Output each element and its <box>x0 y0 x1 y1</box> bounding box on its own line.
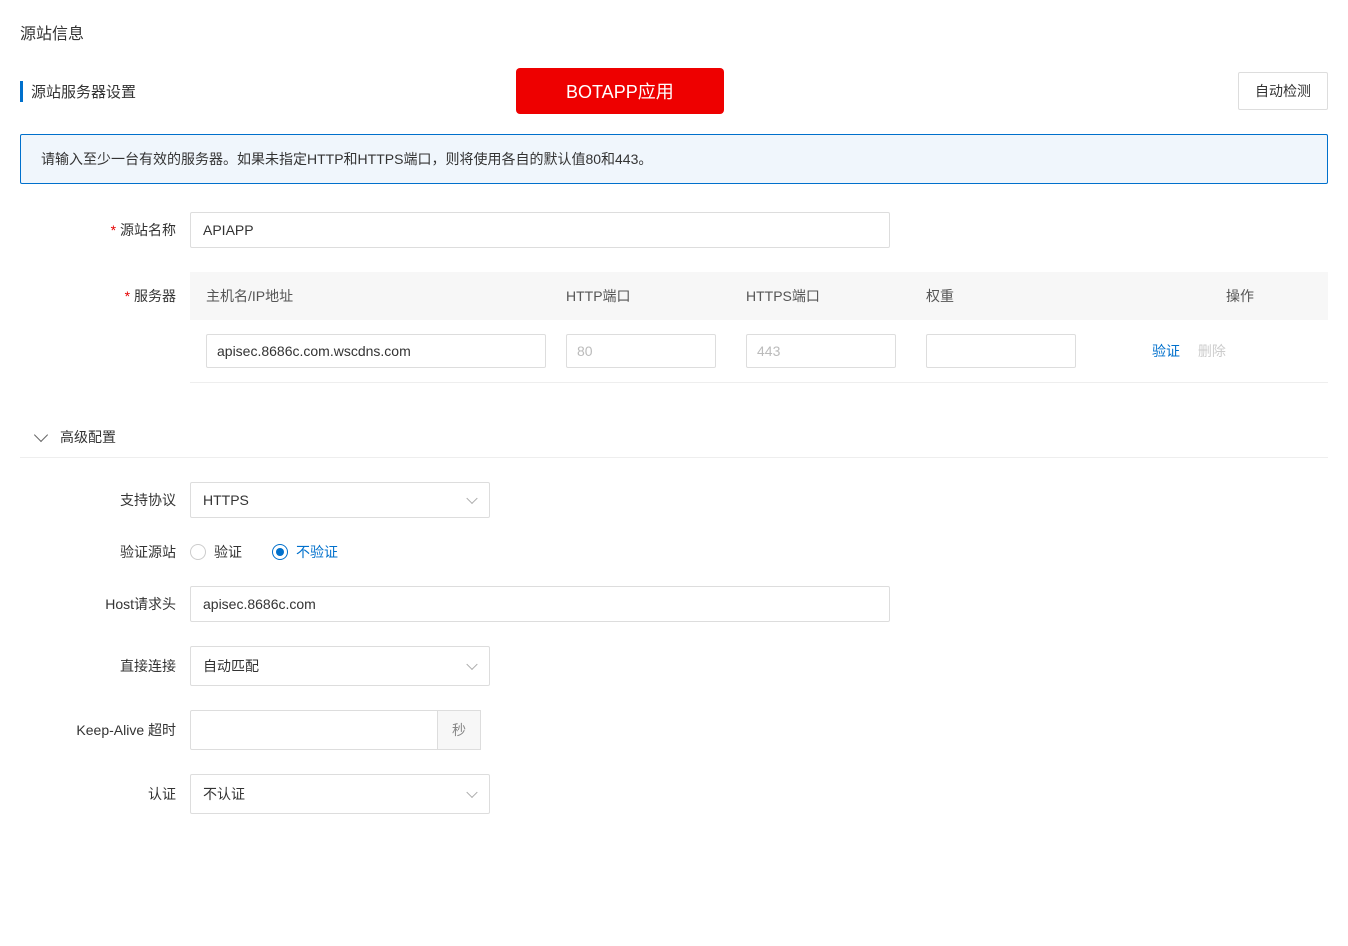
servers-label: 服务器 <box>20 272 190 306</box>
direct-connect-row: 直接连接 自动匹配 <box>20 646 1328 686</box>
servers-table-header: 主机名/IP地址 HTTP端口 HTTPS端口 权重 操作 <box>190 272 1328 320</box>
page-title: 源站信息 <box>20 20 1328 44</box>
advanced-toggle[interactable]: 高级配置 <box>20 407 1328 458</box>
delete-link: 删除 <box>1198 343 1226 359</box>
auto-detect-button[interactable]: 自动检测 <box>1238 72 1328 110</box>
auth-select[interactable]: 不认证 <box>190 774 490 814</box>
protocol-value: HTTPS <box>190 482 490 518</box>
verify-yes-label: 验证 <box>214 542 242 562</box>
direct-connect-value: 自动匹配 <box>190 646 490 686</box>
servers-row: 服务器 主机名/IP地址 HTTP端口 HTTPS端口 权重 操作 验证 <box>20 272 1328 383</box>
protocol-row: 支持协议 HTTPS <box>20 482 1328 518</box>
keepalive-input[interactable] <box>190 710 438 750</box>
info-banner: 请输入至少一台有效的服务器。如果未指定HTTP和HTTPS端口，则将使用各自的默… <box>20 134 1328 184</box>
host-header-row: Host请求头 <box>20 586 1328 622</box>
http-port-input[interactable] <box>566 334 716 368</box>
verify-origin-label: 验证源站 <box>20 542 190 562</box>
host-header-label: Host请求头 <box>20 594 190 614</box>
section-left: 源站服务器设置 BOTAPP应用 <box>20 68 724 114</box>
botapp-badge[interactable]: BOTAPP应用 <box>516 68 724 114</box>
host-header-input[interactable] <box>190 586 890 622</box>
keepalive-unit: 秒 <box>438 710 481 750</box>
chevron-down-icon <box>34 428 48 442</box>
weight-input[interactable] <box>926 334 1076 368</box>
origin-name-row: 源站名称 <box>20 212 1328 248</box>
servers-block: 主机名/IP地址 HTTP端口 HTTPS端口 权重 操作 验证 删除 <box>190 272 1328 383</box>
auth-label: 认证 <box>20 784 190 804</box>
auth-row: 认证 不认证 <box>20 774 1328 814</box>
verify-no-radio[interactable]: 不验证 <box>272 542 338 562</box>
advanced-title: 高级配置 <box>60 427 116 447</box>
section-title: 源站服务器设置 <box>20 81 136 102</box>
verify-link[interactable]: 验证 <box>1152 343 1180 359</box>
keepalive-label: Keep-Alive 超时 <box>20 720 190 740</box>
origin-name-label: 源站名称 <box>20 220 190 240</box>
direct-connect-label: 直接连接 <box>20 656 190 676</box>
th-host: 主机名/IP地址 <box>206 286 566 306</box>
https-port-input[interactable] <box>746 334 896 368</box>
direct-connect-select[interactable]: 自动匹配 <box>190 646 490 686</box>
th-http: HTTP端口 <box>566 286 746 306</box>
verify-yes-radio[interactable]: 验证 <box>190 542 242 562</box>
verify-origin-row: 验证源站 验证 不验证 <box>20 542 1328 562</box>
radio-icon <box>190 544 206 560</box>
th-https: HTTPS端口 <box>746 286 926 306</box>
radio-checked-icon <box>272 544 288 560</box>
keepalive-wrap: 秒 <box>190 710 481 750</box>
th-weight: 权重 <box>926 286 1116 306</box>
origin-name-input[interactable] <box>190 212 890 248</box>
section-header: 源站服务器设置 BOTAPP应用 自动检测 <box>20 68 1328 114</box>
auth-value: 不认证 <box>190 774 490 814</box>
keepalive-row: Keep-Alive 超时 秒 <box>20 710 1328 750</box>
protocol-select[interactable]: HTTPS <box>190 482 490 518</box>
verify-radio-group: 验证 不验证 <box>190 542 338 562</box>
table-row: 验证 删除 <box>190 320 1328 383</box>
verify-no-label: 不验证 <box>296 542 338 562</box>
host-input[interactable] <box>206 334 546 368</box>
th-action: 操作 <box>1116 286 1328 306</box>
protocol-label: 支持协议 <box>20 490 190 510</box>
